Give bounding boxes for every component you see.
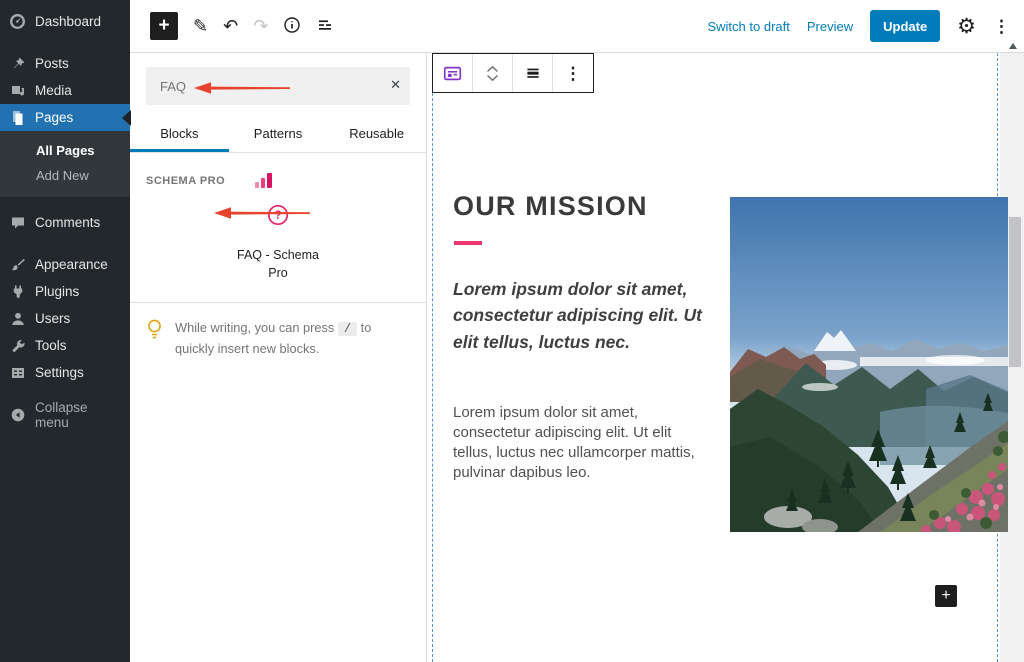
- block-result-faq-schema-pro[interactable]: ? FAQ - Schema Pro: [213, 204, 343, 282]
- plug-icon: [9, 284, 26, 300]
- sidebar-spacer: [0, 236, 130, 251]
- pages-submenu: All Pages Add New: [0, 131, 130, 197]
- dashboard-icon: [9, 14, 26, 30]
- sidebar-spacer: [0, 197, 130, 209]
- pushpin-icon: [9, 56, 26, 72]
- scrollbar-thumb[interactable]: [1009, 217, 1021, 367]
- toolbar-right-group: Switch to draft Preview Update ⚙ ⋮: [707, 10, 1010, 42]
- inserter-tabs: Blocks Patterns Reusable: [130, 117, 426, 153]
- sidebar-item-users[interactable]: Users: [0, 305, 130, 332]
- clear-search-icon[interactable]: ✕: [390, 77, 401, 93]
- sidebar-item-label: Tools: [35, 338, 67, 353]
- block-toolbar: ⋮: [432, 53, 594, 93]
- block-inserter-panel: ✕ Blocks Patterns Reusable SCHEMA PRO: [130, 53, 427, 662]
- block-result-label: FAQ - Schema Pro: [232, 246, 324, 282]
- faq-question-mark-icon: ?: [267, 204, 289, 231]
- settings-gear-icon[interactable]: ⚙: [957, 16, 976, 37]
- mission-heading[interactable]: OUR MISSION: [453, 191, 648, 222]
- submenu-item-add-new[interactable]: Add New: [0, 163, 130, 188]
- sidebar-item-label: Users: [35, 311, 70, 326]
- settings-icon: [9, 365, 26, 381]
- editor-main: + ✎ ↶ ↷ Switch to draft Preview Update ⚙…: [130, 0, 1024, 662]
- block-type-button[interactable]: [433, 54, 473, 92]
- list-view-icon[interactable]: [316, 16, 334, 37]
- sidebar-item-label: Appearance: [35, 257, 108, 272]
- toolbar-left-group: + ✎ ↶ ↷: [150, 12, 334, 40]
- tip-text: While writing, you can press / to quickl…: [175, 318, 410, 358]
- info-icon[interactable]: [283, 16, 301, 37]
- more-options-kebab-icon[interactable]: ⋮: [993, 18, 1010, 35]
- lightbulb-icon: [146, 318, 163, 347]
- comment-bubble-icon: [9, 215, 26, 231]
- schema-pro-section-header: SCHEMA PRO: [130, 153, 426, 192]
- wordpress-editor-screen: Dashboard Posts Media Pages All Pages Ad…: [0, 0, 1024, 662]
- sidebar-item-label: Collapse menu: [35, 400, 122, 430]
- edit-pencil-icon[interactable]: ✎: [193, 17, 208, 35]
- editor-top-bar: + ✎ ↶ ↷ Switch to draft Preview Update ⚙…: [130, 0, 1024, 53]
- submenu-item-all-pages[interactable]: All Pages: [0, 138, 130, 163]
- tab-blocks[interactable]: Blocks: [130, 117, 229, 152]
- tip-text-before: While writing, you can press: [175, 320, 334, 335]
- mission-body-paragraph[interactable]: Lorem ipsum dolor sit amet, consectetur …: [453, 403, 705, 483]
- add-block-appender-button[interactable]: +: [935, 585, 957, 607]
- block-search-input[interactable]: [146, 67, 410, 105]
- sidebar-item-plugins[interactable]: Plugins: [0, 278, 130, 305]
- sidebar-item-tools[interactable]: Tools: [0, 332, 130, 359]
- sidebar-item-comments[interactable]: Comments: [0, 209, 130, 236]
- sidebar-item-label: Settings: [35, 365, 84, 380]
- sidebar-item-collapse-menu[interactable]: Collapse menu: [0, 401, 130, 428]
- update-button[interactable]: Update: [870, 10, 940, 42]
- sidebar-item-label: Comments: [35, 215, 100, 230]
- sidebar-item-settings[interactable]: Settings: [0, 359, 130, 386]
- inserter-tip: While writing, you can press / to quickl…: [130, 303, 426, 358]
- pages-icon: [9, 110, 26, 126]
- redo-icon: ↷: [253, 17, 268, 35]
- sidebar-spacer: [0, 35, 130, 50]
- paintbrush-icon: [9, 257, 26, 273]
- editor-body: ✕ Blocks Patterns Reusable SCHEMA PRO: [130, 53, 1024, 662]
- tab-reusable[interactable]: Reusable: [327, 117, 426, 152]
- admin-sidebar: Dashboard Posts Media Pages All Pages Ad…: [0, 0, 130, 662]
- slash-key-badge: /: [338, 322, 357, 336]
- editor-canvas[interactable]: ⋮ OUR MISSION Lorem ipsum dolor sit amet…: [427, 53, 1024, 662]
- block-options-button[interactable]: ⋮: [553, 54, 593, 92]
- sidebar-item-label: Plugins: [35, 284, 79, 299]
- change-alignment-button[interactable]: [513, 54, 553, 92]
- block-boundary-left: [432, 53, 433, 662]
- tab-patterns[interactable]: Patterns: [229, 117, 328, 152]
- active-menu-arrow-icon: [122, 110, 131, 126]
- media-icon: [9, 83, 26, 99]
- wrench-icon: [9, 338, 26, 354]
- sidebar-item-media[interactable]: Media: [0, 77, 130, 104]
- sidebar-item-label: Dashboard: [35, 14, 101, 29]
- sidebar-item-posts[interactable]: Posts: [0, 50, 130, 77]
- sidebar-item-pages[interactable]: Pages: [0, 104, 130, 131]
- preview-link[interactable]: Preview: [807, 19, 853, 34]
- collapse-arrow-icon: [9, 407, 26, 423]
- move-up-down-icon: [485, 65, 500, 82]
- block-inserter-toggle-button[interactable]: +: [150, 12, 178, 40]
- block-search-wrap: ✕: [146, 67, 410, 105]
- scrollbar-up-arrow-icon[interactable]: [1009, 43, 1017, 49]
- switch-to-draft-link[interactable]: Switch to draft: [707, 19, 789, 34]
- block-mover-button[interactable]: [473, 54, 513, 92]
- sidebar-item-label: Posts: [35, 56, 69, 71]
- mission-mountain-photo[interactable]: [730, 197, 1008, 532]
- undo-icon[interactable]: ↶: [223, 17, 238, 35]
- block-options-kebab-icon: ⋮: [565, 65, 582, 82]
- section-title: SCHEMA PRO: [146, 175, 225, 187]
- media-text-block-icon: [442, 63, 463, 84]
- sidebar-item-dashboard[interactable]: Dashboard: [0, 8, 130, 35]
- sidebar-item-label: Media: [35, 83, 72, 98]
- alignment-icon: [524, 64, 542, 82]
- user-icon: [9, 311, 26, 327]
- sidebar-item-appearance[interactable]: Appearance: [0, 251, 130, 278]
- sidebar-item-label: Pages: [35, 110, 73, 125]
- heading-accent-dash: [454, 241, 482, 245]
- schema-pro-bars-icon: [255, 173, 273, 188]
- mission-lead-paragraph[interactable]: Lorem ipsum dolor sit amet, consectetur …: [453, 276, 711, 355]
- question-mark-glyph: ?: [274, 210, 281, 222]
